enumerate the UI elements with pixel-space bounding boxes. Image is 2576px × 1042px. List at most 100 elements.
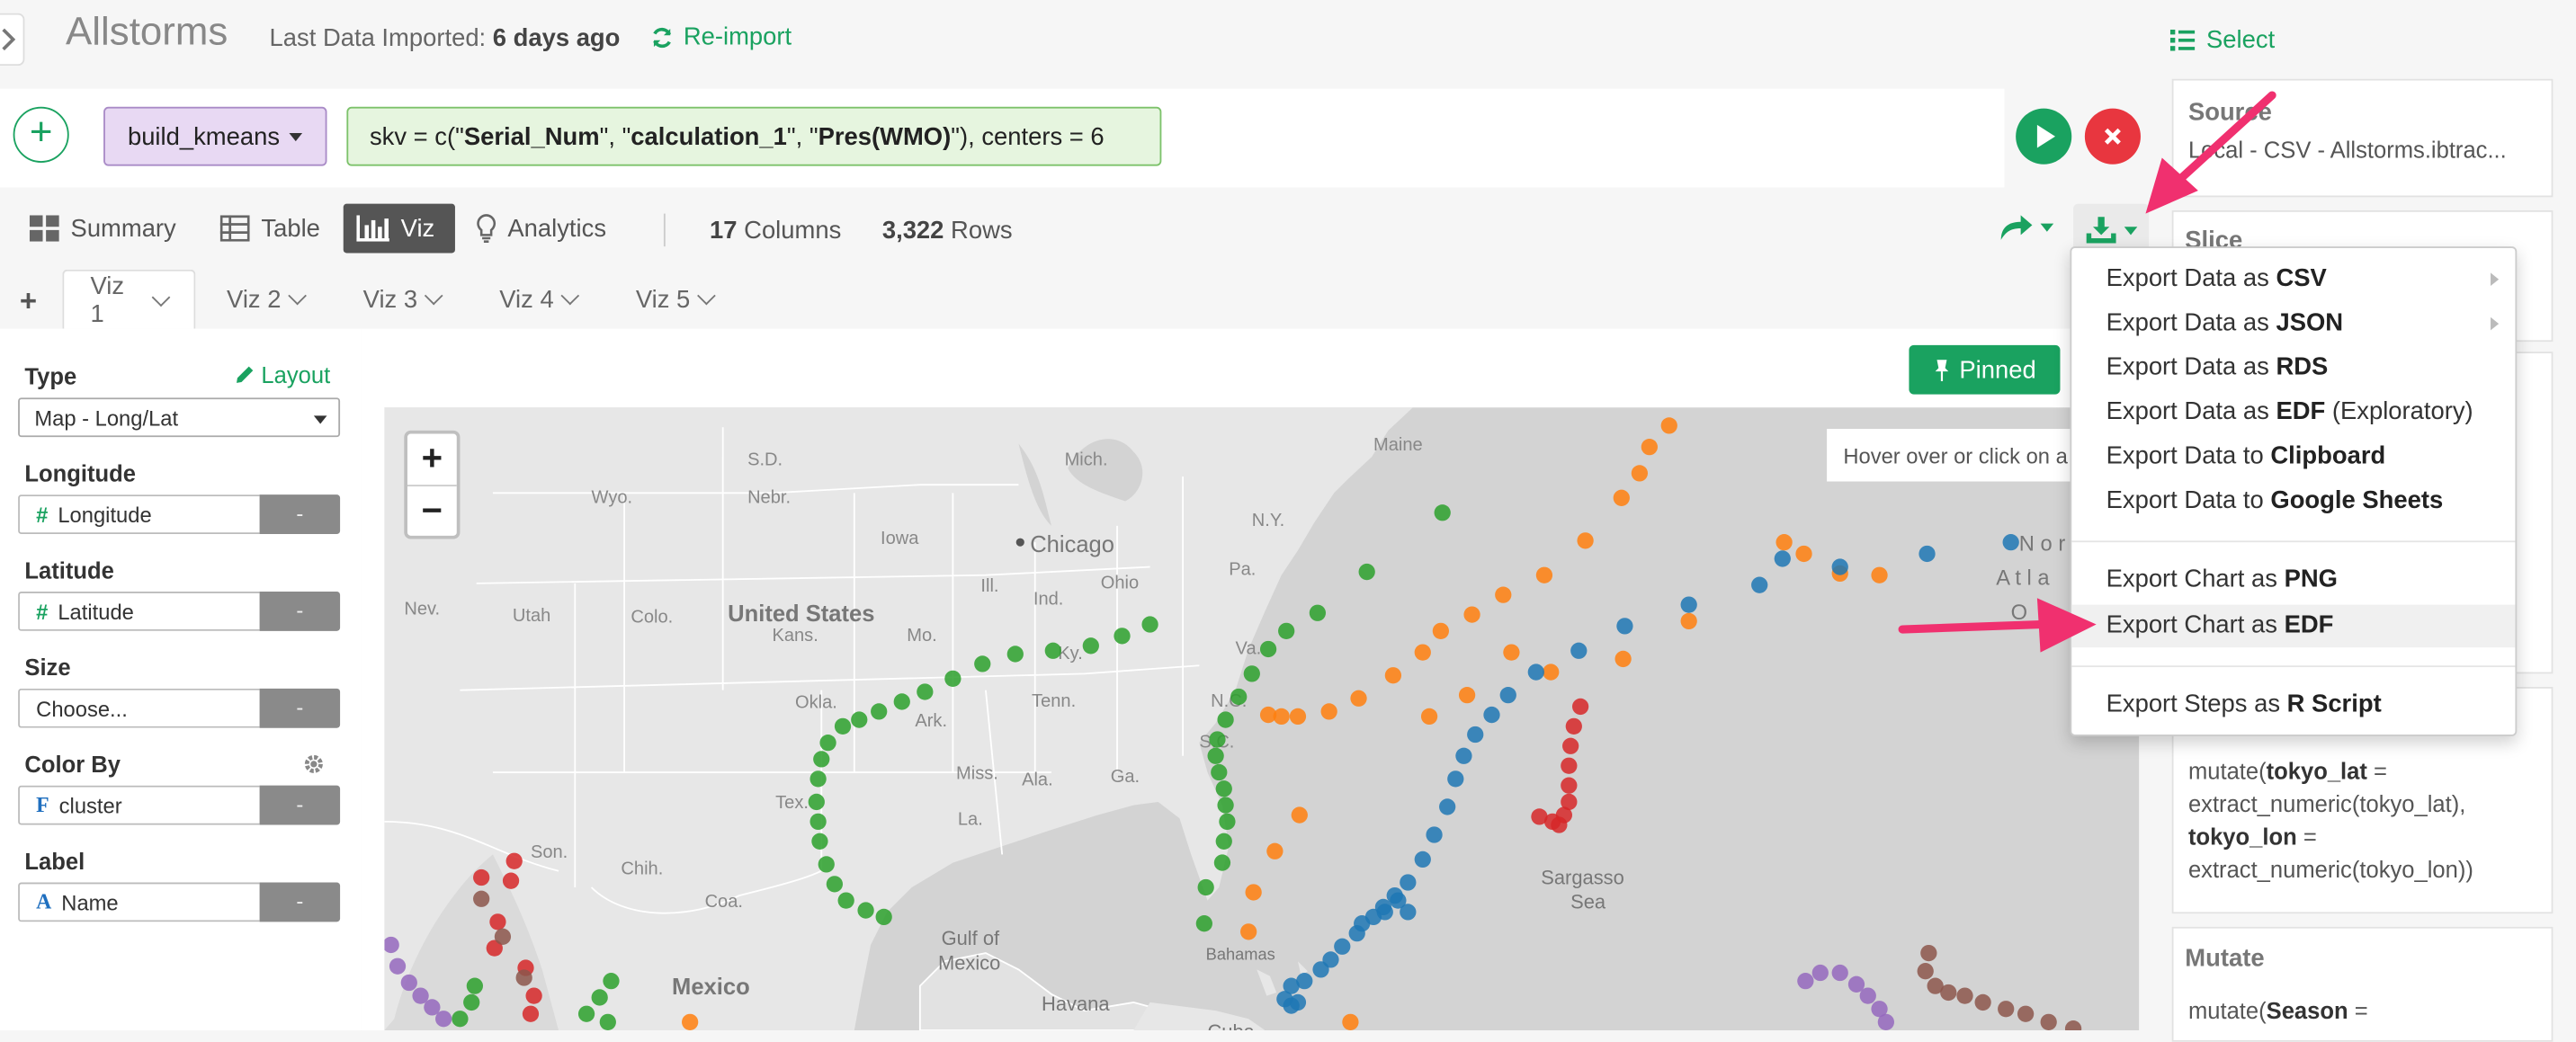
longitude-field[interactable]: # Longitude <box>18 494 260 535</box>
storm-point-orange[interactable] <box>1291 806 1308 824</box>
storm-point-green[interactable] <box>1215 780 1232 797</box>
storm-point-blue[interactable] <box>1919 545 1936 563</box>
storm-point-purple[interactable] <box>389 957 407 975</box>
storm-point-orange[interactable] <box>1775 534 1793 551</box>
storm-point-green[interactable] <box>875 908 892 926</box>
storm-point-purple[interactable] <box>400 974 417 992</box>
storm-point-orange[interactable] <box>1350 690 1367 707</box>
storm-point-green[interactable] <box>974 655 991 672</box>
map-canvas[interactable]: S.D. Maine Mich. Wyo. Nebr. Iowa N.Y. Oh… <box>384 407 2140 1030</box>
storm-point-green[interactable] <box>871 703 888 720</box>
storm-point-green[interactable] <box>819 735 836 752</box>
storm-point-brown[interactable] <box>515 969 532 986</box>
tab-viz-1[interactable]: Viz 1 <box>62 269 196 329</box>
storm-point-orange[interactable] <box>1503 644 1520 661</box>
latitude-remove-button[interactable]: - <box>259 591 341 631</box>
menu-export-chart-edf[interactable]: Export Chart as EDF <box>2071 604 2516 648</box>
size-field[interactable]: Choose... <box>18 688 260 728</box>
storm-point-red[interactable] <box>502 872 520 889</box>
storm-point-red[interactable] <box>1531 808 1548 825</box>
storm-point-blue[interactable] <box>1570 642 1588 659</box>
storm-point-orange[interactable] <box>1495 586 1512 603</box>
menu-export-rds[interactable]: Export Data as RDS <box>2071 347 2515 390</box>
storm-point-green[interactable] <box>1211 763 1228 781</box>
tab-viz[interactable]: Viz <box>343 203 455 254</box>
tab-viz-3[interactable]: Viz 3 <box>363 270 443 329</box>
storm-point-orange[interactable] <box>1320 703 1337 720</box>
select-button[interactable]: Select <box>2169 26 2275 54</box>
storm-point-green[interactable] <box>1243 665 1260 682</box>
storm-point-orange[interactable] <box>1613 489 1630 506</box>
menu-export-csv[interactable]: Export Data as CSV <box>2071 258 2515 301</box>
storm-point-blue[interactable] <box>1467 726 1484 744</box>
storm-point-green[interactable] <box>463 993 480 1011</box>
storm-point-red[interactable] <box>1551 816 1568 833</box>
storm-point-purple[interactable] <box>1797 973 1814 990</box>
command-input[interactable]: skv = c("Serial_Num", "calculation_1", "… <box>346 106 1162 166</box>
storm-point-blue[interactable] <box>1439 798 1456 815</box>
storm-point-green[interactable] <box>1114 628 1131 645</box>
tab-analytics[interactable]: Analytics <box>477 204 606 254</box>
storm-point-green[interactable] <box>834 717 852 735</box>
storm-point-orange[interactable] <box>1680 612 1697 630</box>
storm-point-brown[interactable] <box>2017 1005 2035 1022</box>
storm-point-green[interactable] <box>857 902 874 919</box>
storm-point-green[interactable] <box>826 876 844 893</box>
storm-point-green[interactable] <box>1259 640 1277 658</box>
chart-type-select[interactable]: Map - Long/Lat <box>18 397 341 438</box>
storm-point-brown[interactable] <box>494 928 512 945</box>
storm-point-red[interactable] <box>1561 777 1578 794</box>
storm-point-green[interactable] <box>577 1005 595 1022</box>
storm-point-orange[interactable] <box>1432 622 1449 639</box>
storm-point-green[interactable] <box>1044 642 1061 659</box>
storm-point-orange[interactable] <box>1463 606 1480 623</box>
storm-point-purple[interactable] <box>1859 987 1876 1004</box>
storm-point-blue[interactable] <box>2002 534 2019 551</box>
storm-point-blue[interactable] <box>1400 874 1417 891</box>
storm-point-green[interactable] <box>893 693 910 710</box>
color-by-field[interactable]: Fcluster <box>18 785 260 825</box>
storm-point-green[interactable] <box>1195 915 1212 932</box>
storm-point-orange[interactable] <box>1259 706 1277 724</box>
storm-point-green[interactable] <box>1278 622 1295 639</box>
step-mutate-2[interactable]: Mutate mutate(Season = <box>2171 926 2554 1042</box>
storm-point-green[interactable] <box>1207 747 1224 764</box>
step-source[interactable]: Source Local - CSV - Allstorms.ibtrac... <box>2171 78 2554 198</box>
storm-point-green[interactable] <box>1213 854 1231 871</box>
storm-point-orange[interactable] <box>1631 465 1649 482</box>
storm-point-blue[interactable] <box>1774 550 1791 567</box>
storm-point-green[interactable] <box>917 683 934 700</box>
storm-point-red[interactable] <box>505 852 523 869</box>
storm-point-red[interactable] <box>1565 717 1582 735</box>
storm-point-orange[interactable] <box>1535 566 1553 583</box>
storm-point-green[interactable] <box>1230 688 1248 706</box>
storm-point-red[interactable] <box>1561 757 1578 774</box>
storm-point-green[interactable] <box>1309 604 1327 621</box>
storm-point-green[interactable] <box>818 856 835 873</box>
menu-export-google-sheets[interactable]: Export Data to Google Sheets <box>2071 480 2515 523</box>
zoom-in-button[interactable]: + <box>407 434 457 487</box>
storm-point-green[interactable] <box>1082 637 1099 655</box>
function-dropdown[interactable]: build_kmeans <box>103 106 327 166</box>
storm-point-green[interactable] <box>808 793 825 811</box>
run-button[interactable] <box>2016 108 2072 165</box>
storm-point-purple[interactable] <box>1877 1013 1894 1030</box>
storm-point-orange[interactable] <box>1266 842 1284 859</box>
storm-point-blue[interactable] <box>1831 558 1848 575</box>
tab-viz-5[interactable]: Viz 5 <box>636 270 716 329</box>
storm-point-orange[interactable] <box>1384 667 1402 684</box>
storm-point-blue[interactable] <box>1680 596 1697 613</box>
storm-point-green[interactable] <box>851 711 868 728</box>
storm-point-green[interactable] <box>1217 797 1234 814</box>
storm-point-orange[interactable] <box>1577 532 1594 549</box>
zoom-out-button[interactable]: − <box>407 486 457 538</box>
storm-point-brown[interactable] <box>1917 963 1934 980</box>
add-viz-button[interactable]: + <box>20 284 37 318</box>
storm-point-green[interactable] <box>1141 616 1158 633</box>
menu-export-r-script[interactable]: Export Steps as R Script <box>2071 683 2515 726</box>
storm-point-green[interactable] <box>1219 813 1236 831</box>
storm-point-green[interactable] <box>1215 833 1232 850</box>
storm-point-blue[interactable] <box>1376 904 1393 921</box>
storm-point-brown[interactable] <box>1920 944 1937 962</box>
reimport-button[interactable]: Re-import <box>650 23 792 51</box>
